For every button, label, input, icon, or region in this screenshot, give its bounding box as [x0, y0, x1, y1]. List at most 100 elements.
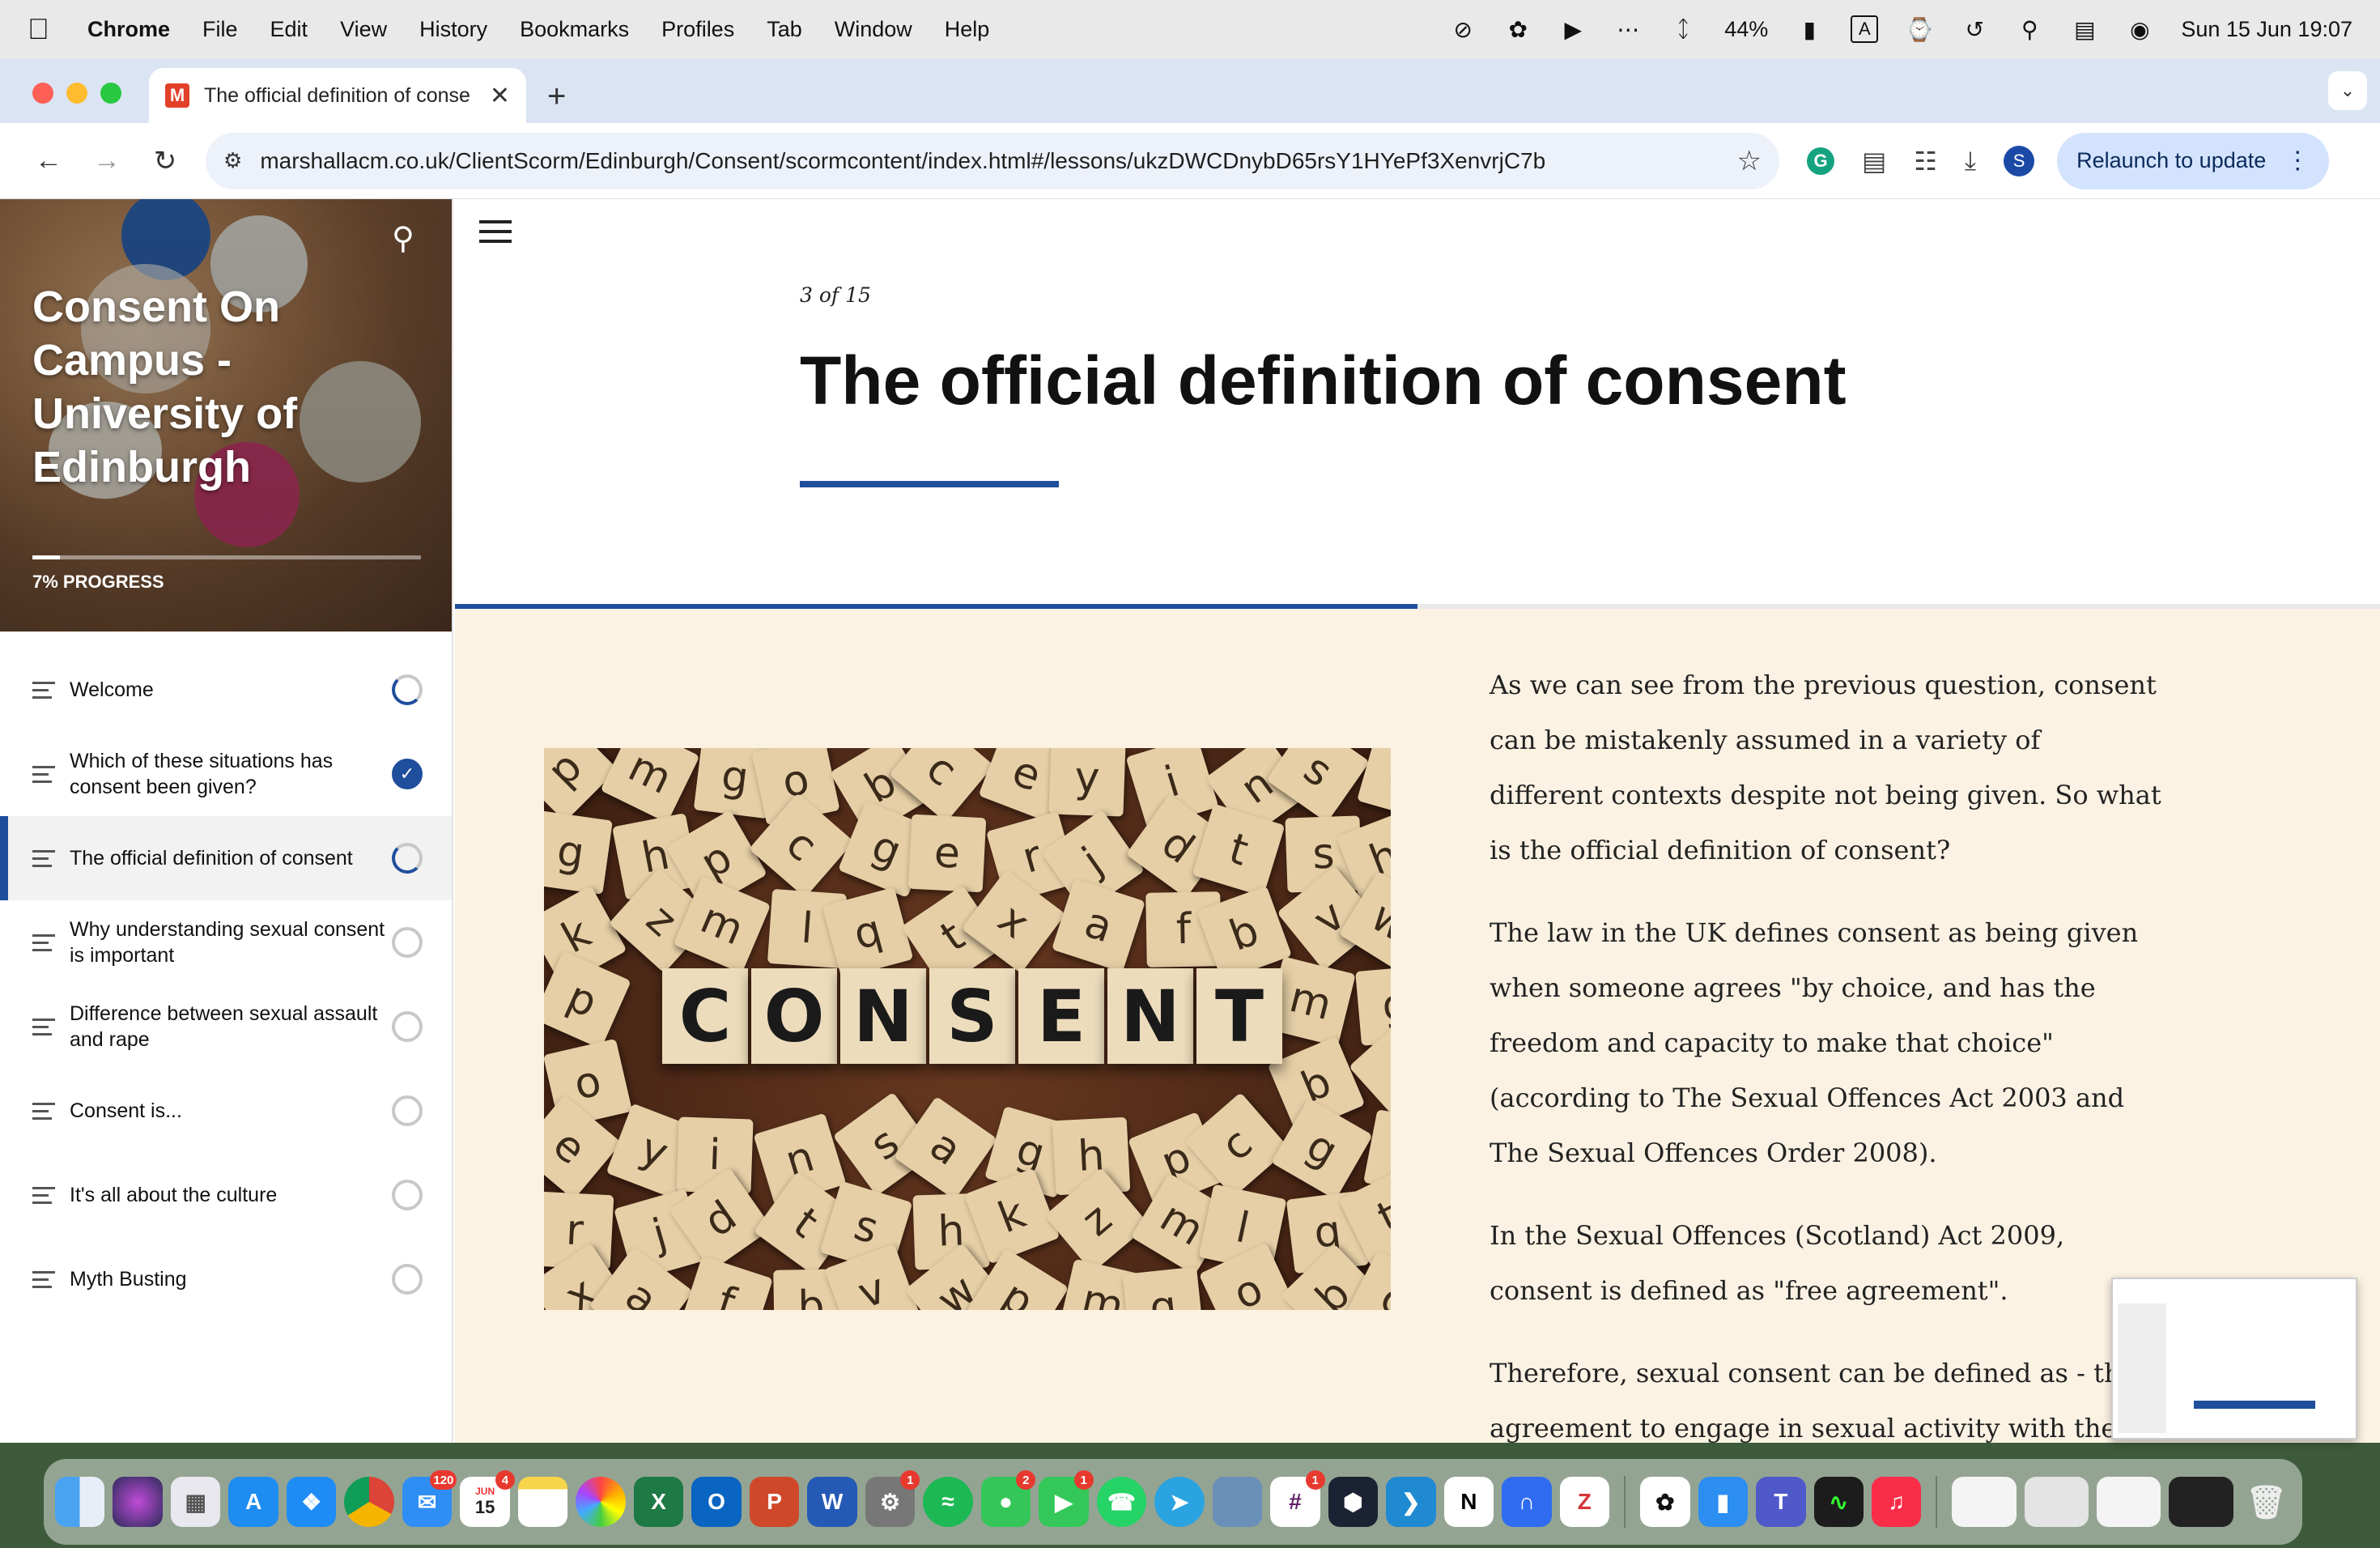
- menu-help[interactable]: Help: [945, 17, 990, 42]
- trash-icon[interactable]: 🗑: [2242, 1477, 2291, 1527]
- sidebar-lesson-why-important[interactable]: Why understanding sexual consent is impo…: [0, 900, 452, 985]
- menu-chrome[interactable]: Chrome: [87, 17, 170, 42]
- chrome-menu-icon[interactable]: ⋮: [2285, 147, 2310, 175]
- relaunch-to-update-button[interactable]: Relaunch to update ⋮: [2057, 132, 2330, 189]
- minimize-window-button[interactable]: [66, 83, 87, 104]
- loading-status-icon[interactable]: ⋯: [1614, 15, 1642, 43]
- time-machine-icon[interactable]: ↺: [1961, 15, 1988, 43]
- messages-icon[interactable]: ● 2: [980, 1470, 1036, 1527]
- notes-icon[interactable]: [517, 1477, 568, 1527]
- teams-icon[interactable]: T: [1756, 1477, 1806, 1527]
- menu-bookmarks[interactable]: Bookmarks: [520, 17, 629, 42]
- excel-icon[interactable]: X: [633, 1477, 684, 1527]
- telegram-icon[interactable]: ➤: [1154, 1477, 1205, 1527]
- forward-button[interactable]: →: [78, 145, 136, 176]
- keynote-icon[interactable]: ▮: [1698, 1477, 1749, 1527]
- app-store-icon[interactable]: A: [228, 1477, 278, 1527]
- zoom-window-button[interactable]: [100, 83, 121, 104]
- photos-icon[interactable]: [576, 1477, 626, 1527]
- spotify-icon[interactable]: ≈: [923, 1477, 973, 1527]
- menu-tab[interactable]: Tab: [767, 17, 802, 42]
- focus-status-icon[interactable]: ⊘: [1449, 15, 1477, 43]
- preview-icon[interactable]: [1212, 1477, 1263, 1527]
- close-tab-icon[interactable]: ✕: [490, 82, 510, 110]
- zotero-icon[interactable]: Z: [1559, 1477, 1610, 1527]
- word-icon[interactable]: W: [807, 1477, 857, 1527]
- downloads-icon[interactable]: ⤓: [1965, 146, 1976, 176]
- activity-monitor-icon[interactable]: ∿: [1813, 1477, 1864, 1527]
- finder-icon[interactable]: [55, 1477, 105, 1527]
- lesson-status-icon: [392, 1011, 423, 1042]
- outlook-icon[interactable]: O: [691, 1477, 742, 1527]
- notion-icon[interactable]: N: [1443, 1477, 1494, 1527]
- back-button[interactable]: ←: [19, 145, 78, 176]
- close-window-button[interactable]: [32, 83, 53, 104]
- wifi-icon[interactable]: ⌚: [1906, 15, 1934, 43]
- menu-toggle-icon[interactable]: [479, 220, 512, 243]
- sidebar-lesson-myth-busting[interactable]: Myth Busting: [0, 1237, 452, 1321]
- reload-button[interactable]: ↻: [136, 145, 194, 177]
- menu-window[interactable]: Window: [835, 17, 912, 42]
- reading-mode-icon[interactable]: ▤: [1862, 146, 1886, 176]
- minimized-window-1[interactable]: [1952, 1477, 2017, 1527]
- lesson-list-icon: [32, 681, 55, 699]
- search-icon[interactable]: ⚲: [392, 220, 414, 257]
- menu-file[interactable]: File: [202, 17, 238, 42]
- whatsapp-icon[interactable]: ☎: [1096, 1477, 1147, 1527]
- siri-icon[interactable]: ◉: [2126, 15, 2153, 43]
- facetime-icon[interactable]: ▶ 1: [1039, 1470, 1094, 1527]
- siri-app-icon[interactable]: [113, 1477, 163, 1527]
- cursor-app-icon[interactable]: ⬢: [1328, 1477, 1379, 1527]
- lesson-status-icon: [392, 1095, 423, 1126]
- grammarly-extension-icon[interactable]: G: [1807, 147, 1834, 175]
- slack-icon[interactable]: #1: [1270, 1470, 1325, 1527]
- input-source-icon[interactable]: A: [1851, 15, 1879, 43]
- new-tab-button[interactable]: +: [547, 79, 566, 115]
- bookmark-star-icon[interactable]: ☆: [1737, 145, 1762, 177]
- profile-avatar[interactable]: S: [2004, 145, 2035, 176]
- arc-browser-icon[interactable]: ∩: [1502, 1477, 1552, 1527]
- chatgpt-status-icon[interactable]: ✿: [1504, 15, 1532, 43]
- calendar-day: 15: [474, 1497, 495, 1517]
- music-icon[interactable]: ♫: [1872, 1477, 1922, 1527]
- sidebar-lesson-assault-vs-rape[interactable]: Difference between sexual assault and ra…: [0, 985, 452, 1069]
- sidebar-lesson-culture[interactable]: It's all about the culture: [0, 1153, 452, 1237]
- safari-icon[interactable]: ❖: [286, 1477, 337, 1527]
- menu-edit[interactable]: Edit: [270, 17, 308, 42]
- sidebar-lesson-welcome[interactable]: Welcome: [0, 648, 452, 732]
- sidebar-lesson-consent-is[interactable]: Consent is...: [0, 1069, 452, 1153]
- bluetooth-icon[interactable]: ᛨ: [1669, 15, 1697, 43]
- minimized-window-3[interactable]: [2097, 1477, 2161, 1527]
- play-status-icon[interactable]: ▶: [1559, 15, 1587, 43]
- launchpad-icon[interactable]: ▦: [170, 1477, 221, 1527]
- system-settings-icon[interactable]: ⚙ 1: [865, 1470, 920, 1527]
- powerpoint-icon[interactable]: P: [749, 1477, 800, 1527]
- calendar-icon[interactable]: JUN 15 4: [460, 1470, 515, 1527]
- minimized-window-4[interactable]: [2169, 1477, 2233, 1527]
- apple-menu-icon[interactable]: : [28, 12, 60, 46]
- menu-view[interactable]: View: [340, 17, 387, 42]
- menu-bar-clock[interactable]: Sun 15 Jun 19:07: [2181, 17, 2352, 42]
- menu-history[interactable]: History: [419, 17, 487, 42]
- chatgpt-app-icon[interactable]: ✿: [1640, 1477, 1690, 1527]
- sidebar-lesson-official-definition[interactable]: The official definition of consent: [0, 816, 452, 900]
- extensions-puzzle-icon[interactable]: ☷: [1914, 146, 1937, 176]
- url-text[interactable]: marshallacm.co.uk/ClientScorm/Edinburgh/…: [260, 148, 1736, 174]
- tab-search-icon[interactable]: ⌄: [2328, 71, 2367, 110]
- battery-icon[interactable]: ▮: [1796, 15, 1823, 43]
- minimized-window-2[interactable]: [2024, 1477, 2089, 1527]
- active-tab[interactable]: M The official definition of consent ✕: [149, 68, 526, 123]
- vscode-icon[interactable]: ❯: [1386, 1477, 1436, 1527]
- browser-toolbar: ← → ↻ ⚙ marshallacm.co.uk/ClientScorm/Ed…: [0, 123, 2380, 199]
- sidebar-lesson-situations[interactable]: Which of these situations has consent be…: [0, 732, 452, 816]
- site-info-icon[interactable]: ⚙: [223, 148, 242, 173]
- spotlight-search-icon[interactable]: ⚲: [2016, 15, 2043, 43]
- chrome-icon[interactable]: [344, 1477, 394, 1527]
- control-center-icon[interactable]: ▤: [2071, 15, 2098, 43]
- lesson-text: As we can see from the previous question…: [1490, 657, 2161, 1443]
- mail-icon[interactable]: ✉ 120: [402, 1470, 457, 1527]
- address-bar[interactable]: ⚙ marshallacm.co.uk/ClientScorm/Edinburg…: [206, 132, 1779, 189]
- menu-profiles[interactable]: Profiles: [661, 17, 734, 42]
- screenshot-thumbnail[interactable]: [2111, 1278, 2357, 1440]
- consent-letter-tile: E: [1018, 968, 1104, 1064]
